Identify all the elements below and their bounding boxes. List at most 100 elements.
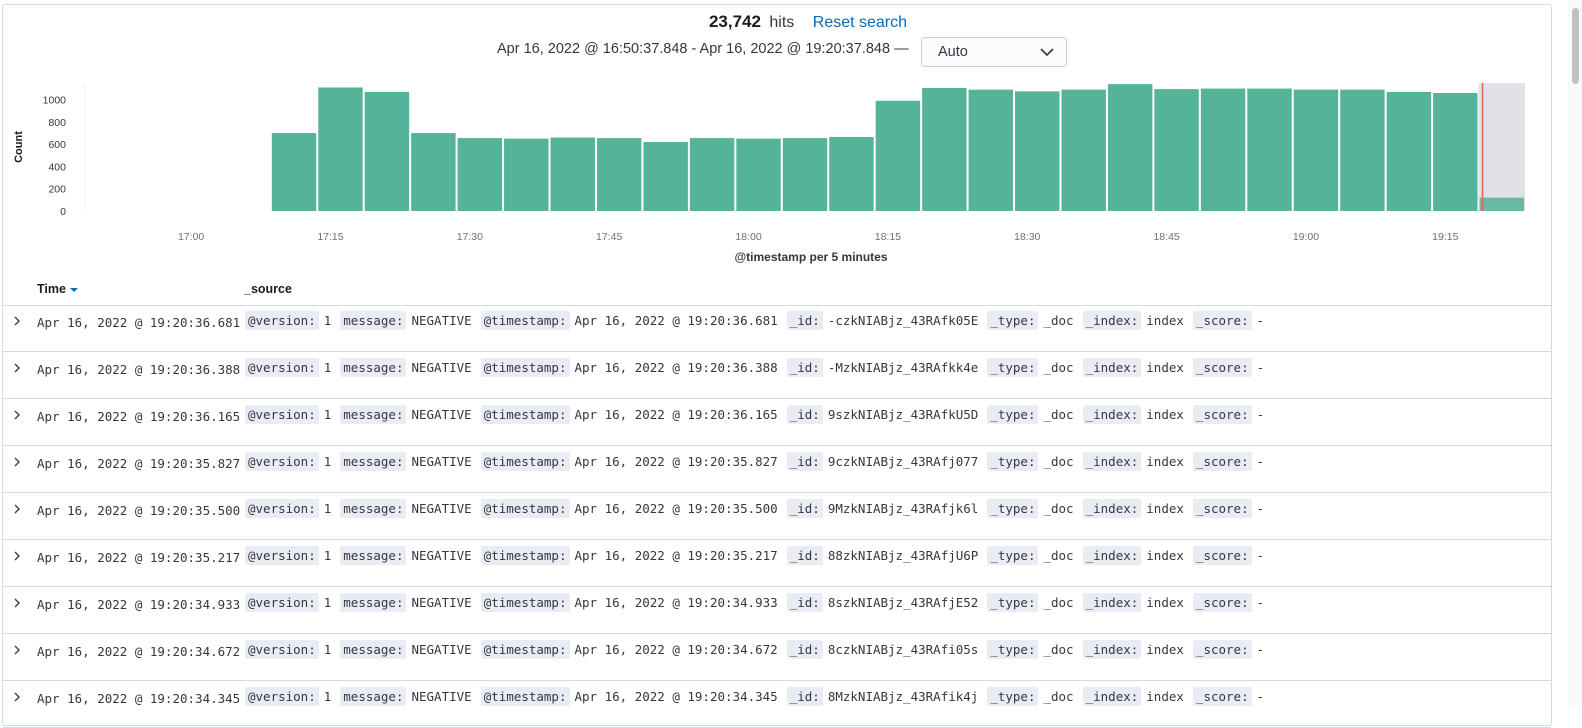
expand-row-icon[interactable]: [11, 644, 23, 656]
field-key-index: _index:: [1082, 452, 1142, 471]
histogram-bar[interactable]: [1247, 88, 1292, 211]
field-key-timestamp: @timestamp:: [480, 687, 570, 706]
scrollbar-thumb[interactable]: [1572, 8, 1579, 84]
table-row[interactable]: Apr 16, 2022 @ 19:20:34.672 @version: 1 mes…: [3, 634, 1551, 681]
expand-row-icon[interactable]: [11, 550, 23, 562]
field-value-version: 1: [323, 454, 332, 469]
histogram-bar[interactable]: [689, 138, 735, 211]
field-value-timestamp: Apr 16, 2022 @ 19:20:36.681: [574, 313, 778, 328]
histogram-bar[interactable]: [411, 133, 456, 211]
field-value-type: _doc: [1043, 595, 1074, 610]
histogram-bar[interactable]: [1293, 89, 1339, 211]
field-value-index: index: [1146, 548, 1184, 563]
expand-row-icon[interactable]: [11, 315, 23, 327]
histogram-bar[interactable]: [504, 138, 549, 211]
y-tick-label: 1000: [43, 95, 67, 107]
field-key-score: _score:: [1192, 546, 1252, 565]
histogram-bar[interactable]: [457, 138, 503, 211]
table-row[interactable]: Apr 16, 2022 @ 19:20:36.165 @version: 1 mes…: [3, 399, 1551, 446]
field-value-index: index: [1146, 313, 1184, 328]
field-key-id: _id:: [786, 311, 823, 330]
histogram-bar[interactable]: [1107, 84, 1153, 211]
field-key-version: @version:: [245, 358, 319, 377]
row-source: @version: 1 message: NEGATIVE @timestamp: Apr…: [245, 593, 1273, 612]
field-key-version: @version:: [245, 593, 319, 612]
histogram-bar[interactable]: [1340, 89, 1385, 211]
page-scrollbar[interactable]: [1568, 0, 1582, 706]
field-value-version: 1: [323, 407, 332, 422]
histogram-bar[interactable]: [1015, 91, 1060, 211]
histogram-bar[interactable]: [782, 138, 828, 211]
table-row[interactable]: Apr 16, 2022 @ 19:20:36.388 @version: 1 mes…: [3, 352, 1551, 399]
field-value-version: 1: [323, 642, 332, 657]
interval-value: Auto: [938, 44, 968, 60]
table-row[interactable]: Apr 16, 2022 @ 19:20:35.217 @version: 1 mes…: [3, 540, 1551, 587]
field-key-message: message:: [340, 452, 407, 471]
sort-down-icon[interactable]: [69, 287, 78, 293]
histogram-bar[interactable]: [922, 88, 967, 211]
table-row[interactable]: Apr 16, 2022 @ 19:20:35.500 @version: 1 mes…: [3, 493, 1551, 540]
histogram-bar[interactable]: [596, 138, 642, 211]
field-key-id: _id:: [786, 452, 823, 471]
field-key-type: _type:: [987, 358, 1039, 377]
histogram-bar[interactable]: [643, 141, 688, 211]
field-value-index: index: [1146, 642, 1184, 657]
field-key-timestamp: @timestamp:: [480, 311, 570, 330]
expand-row-icon[interactable]: [11, 597, 23, 609]
table-row[interactable]: Apr 16, 2022 @ 19:20:36.681 @version: 1 mes…: [3, 305, 1551, 352]
field-key-type: _type:: [987, 546, 1039, 565]
interval-select[interactable]: Auto: [921, 37, 1067, 67]
expand-row-icon[interactable]: [11, 456, 23, 468]
histogram-bar[interactable]: [875, 100, 921, 211]
column-header-time[interactable]: Time: [37, 282, 78, 296]
discover-results-panel: 23,742 hits Reset search Apr 16, 2022 @ …: [2, 4, 1552, 728]
field-key-index: _index:: [1082, 311, 1142, 330]
expand-row-icon[interactable]: [11, 503, 23, 515]
histogram-bar[interactable]: [1200, 88, 1246, 211]
expand-row-icon[interactable]: [11, 691, 23, 703]
field-key-index: _index:: [1082, 546, 1142, 565]
histogram-bar[interactable]: [1061, 89, 1106, 211]
histogram-bar[interactable]: [1479, 197, 1524, 211]
table-row[interactable]: Apr 16, 2022 @ 19:20:34.345 @version: 1 mes…: [3, 681, 1551, 728]
histogram-bar[interactable]: [1386, 91, 1432, 211]
histogram-bar[interactable]: [968, 89, 1014, 211]
field-value-version: 1: [323, 689, 332, 704]
table-header: Time _source: [3, 277, 1551, 306]
histogram-chart[interactable]: 0 200 400 600 800 1000 Count 17:00 17:15 17:30 17:…: [3, 81, 1543, 271]
histogram-bar[interactable]: [364, 91, 410, 211]
column-header-source: _source: [244, 282, 292, 296]
table-row[interactable]: Apr 16, 2022 @ 19:20:35.827 @version: 1 mes…: [3, 446, 1551, 493]
table-row[interactable]: Apr 16, 2022 @ 19:20:34.933 @version: 1 mes…: [3, 587, 1551, 634]
histogram-bar[interactable]: [1433, 93, 1478, 211]
histogram-bar[interactable]: [318, 87, 363, 211]
field-value-message: NEGATIVE: [411, 642, 472, 657]
field-key-message: message:: [340, 687, 407, 706]
histogram-bar[interactable]: [550, 137, 595, 211]
expand-row-icon[interactable]: [11, 409, 23, 421]
field-key-score: _score:: [1192, 405, 1252, 424]
field-value-timestamp: Apr 16, 2022 @ 19:20:34.345: [574, 689, 778, 704]
field-key-type: _type:: [987, 452, 1039, 471]
field-value-version: 1: [323, 595, 332, 610]
reset-search-link[interactable]: Reset search: [813, 14, 907, 31]
field-value-id: 88zkNIABjz_43RAfjU6P: [827, 548, 979, 563]
field-key-message: message:: [340, 358, 407, 377]
histogram-bar[interactable]: [829, 136, 874, 211]
field-value-message: NEGATIVE: [411, 454, 472, 469]
histogram-bar[interactable]: [1154, 89, 1199, 211]
field-value-score: -: [1256, 360, 1265, 375]
expand-row-icon[interactable]: [11, 362, 23, 374]
field-value-timestamp: Apr 16, 2022 @ 19:20:35.827: [574, 454, 778, 469]
row-time: Apr 16, 2022 @ 19:20:36.388: [37, 362, 241, 377]
field-key-score: _score:: [1192, 311, 1252, 330]
x-axis-label: @timestamp per 5 minutes: [734, 250, 887, 264]
histogram-bar[interactable]: [736, 138, 781, 211]
row-time: Apr 16, 2022 @ 19:20:35.500: [37, 503, 241, 518]
field-value-id: 9MzkNIABjz_43RAfjk6l: [827, 501, 979, 516]
row-source: @version: 1 message: NEGATIVE @timestamp: Apr…: [245, 405, 1273, 424]
histogram-bar[interactable]: [271, 133, 317, 211]
field-value-timestamp: Apr 16, 2022 @ 19:20:35.217: [574, 548, 778, 563]
x-tick-label: 19:15: [1432, 231, 1458, 243]
field-value-id: 9czkNIABjz_43RAfj077: [827, 454, 979, 469]
